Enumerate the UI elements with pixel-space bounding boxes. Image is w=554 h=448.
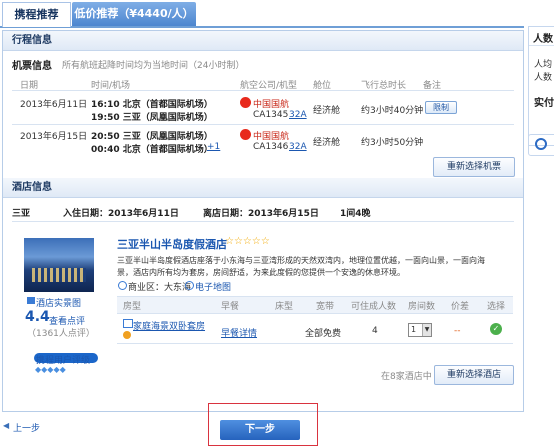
- room-photo-icon: [123, 319, 133, 328]
- side-per-person: 人均: [534, 60, 553, 70]
- hotel-section-title: 酒店信息: [3, 178, 523, 198]
- leg1-cabin: 经济舱: [313, 106, 341, 116]
- room-nights: 1间4晚: [340, 209, 371, 219]
- leg1-duration: 约3小时40分钟: [361, 106, 424, 116]
- hotel-photos-link[interactable]: 酒店实景图: [36, 296, 81, 309]
- hotel-lights-decoration: [32, 268, 86, 282]
- tab-low-price[interactable]: 低价推荐（¥4440/人）: [72, 2, 196, 26]
- side-summary-panel: 人数 人均 人数 实付: [528, 26, 554, 146]
- hotel-desc-line1: 三亚半山半岛度假酒店座落于小东海与三亚湾形成的天然双湾内，地理位置优越，一面向山…: [117, 256, 485, 265]
- leg2-flight-number: CA1346: [253, 142, 289, 152]
- hotel-count-note: 在8家酒店中: [381, 372, 432, 382]
- leg1-plane-type[interactable]: 32A: [289, 110, 307, 120]
- leg2-airline: 中国国航: [253, 132, 290, 142]
- reselect-flight-button[interactable]: 重新选择机票: [433, 157, 515, 177]
- itinerary-section-title: 行程信息: [3, 31, 523, 51]
- side-service-box[interactable]: [528, 134, 554, 156]
- room-broadband: 全部免费: [305, 329, 342, 339]
- leg2-day-offset[interactable]: +1: [207, 142, 220, 152]
- rating-diamonds-icon: ◆◆◆◆◆: [35, 365, 66, 374]
- hotel-score: 4.4: [25, 309, 50, 325]
- restriction-flag-button[interactable]: 限制: [425, 101, 457, 114]
- leg2-date: 2013年6月15日: [20, 132, 88, 142]
- room-adults: 4: [372, 326, 378, 336]
- reselect-hotel-button[interactable]: 重新选择酒店: [434, 365, 514, 385]
- leg1-flight-number: CA1345: [253, 110, 289, 120]
- next-step-button[interactable]: 下一步: [220, 420, 300, 440]
- leg2-cabin: 经济舱: [313, 138, 341, 148]
- leg2-plane-type[interactable]: 32A: [289, 142, 307, 152]
- chevron-down-icon[interactable]: ▼: [422, 324, 431, 336]
- room-col-price-diff: 价差: [451, 302, 470, 312]
- breakfast-details-link[interactable]: 早餐详情: [221, 326, 257, 339]
- flight-info-title: 机票信息: [12, 61, 52, 72]
- room-count-value: 1: [411, 325, 417, 334]
- hotel-name[interactable]: 三亚半山半岛度假酒店: [117, 236, 227, 252]
- map-icon: [185, 281, 194, 290]
- main-panel: 行程信息 机票信息 所有航班起降时间均为当地时间（24小时制） 日期 时间/机场…: [2, 30, 524, 412]
- leg2-arrival: 00:40 北京（首都国际机场）: [91, 145, 213, 155]
- checkin-date: 入住日期：2013年6月11日: [63, 209, 179, 219]
- room-price-diff: --: [454, 326, 461, 336]
- room-col-select: 选择: [487, 302, 506, 312]
- room-col-rooms: 房间数: [408, 302, 436, 312]
- room-count-select[interactable]: 1 ▼: [408, 323, 432, 337]
- hotel-photo[interactable]: [24, 238, 94, 292]
- flight-time-note: 所有航班起降时间均为当地时间（24小时制）: [62, 61, 245, 71]
- side-people: 人数: [534, 73, 553, 83]
- camera-icon: [27, 297, 35, 304]
- map-link[interactable]: 电子地图: [195, 280, 231, 293]
- prev-step-link[interactable]: 上一步: [13, 421, 40, 434]
- side-total: 实付: [534, 98, 554, 109]
- leg1-arrival: 19:50 三亚（凤凰国际机场）: [91, 113, 213, 123]
- leg2-duration: 约3小时50分钟: [361, 138, 424, 148]
- district-icon: [118, 281, 127, 290]
- checkout-date: 离店日期：2013年6月15日: [203, 209, 319, 219]
- hotel-desc-line2: 景，酒店内所有均为套房，房间舒适，为来此度假的您提供一个安逸的休息环境。: [117, 268, 405, 277]
- tab-recommended[interactable]: 携程推荐: [2, 2, 71, 27]
- tab-bar: 携程推荐 低价推荐（¥4440/人）: [0, 0, 524, 28]
- room-type-link[interactable]: 家庭海景双卧套房: [133, 319, 205, 332]
- info-icon: [123, 331, 131, 339]
- hotel-city: 三亚: [12, 209, 31, 219]
- hotel-district: 商业区：大东海: [128, 283, 192, 293]
- room-col-adults: 可住成人数: [351, 302, 397, 312]
- review-count: （1361人点评）: [27, 329, 95, 339]
- hotel-stars: ☆☆☆☆☆: [225, 236, 270, 247]
- air-china-logo-icon: [240, 129, 251, 140]
- room-col-broadband: 宽带: [316, 302, 335, 312]
- room-col-breakfast: 早餐: [221, 302, 240, 312]
- room-col-bed: 床型: [275, 302, 294, 312]
- customer-service-icon: [535, 138, 547, 150]
- side-title: 人数: [533, 34, 553, 45]
- chevron-left-icon[interactable]: ◀: [3, 421, 9, 430]
- check-icon[interactable]: ✓: [490, 323, 502, 335]
- leg1-date: 2013年6月11日: [20, 100, 88, 110]
- leg2-departure: 20:50 三亚（凤凰国际机场）: [91, 132, 213, 142]
- leg1-airline: 中国国航: [253, 100, 290, 110]
- leg1-departure: 16:10 北京（首都国际机场）: [91, 100, 213, 110]
- room-col-type: 房型: [123, 302, 142, 312]
- air-china-logo-icon: [240, 97, 251, 108]
